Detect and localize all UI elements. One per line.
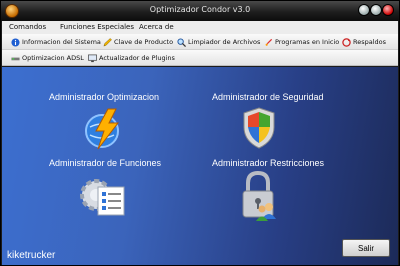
toolbar-respaldos[interactable]: Respaldos: [342, 36, 386, 48]
toolbar-programas-inicio[interactable]: Programas en Inicio: [264, 36, 339, 48]
toolbar-actualizador-plugins[interactable]: Actualizador de Plugins: [88, 52, 175, 64]
main-panel: Administrador Optimizacion Administrador…: [2, 67, 398, 265]
menu-acerca-de[interactable]: Acerca de: [139, 23, 174, 31]
maximize-button[interactable]: [370, 4, 382, 16]
toolbar-informacion-sistema[interactable]: Informacion del Sistema: [11, 36, 101, 48]
rocket-icon: [265, 38, 273, 46]
gear-checklist-icon[interactable]: [78, 173, 128, 217]
shield-icon[interactable]: [243, 107, 275, 149]
toolbar-secondary: Optimizacion ADSL Actualizador de Plugin…: [2, 50, 398, 66]
backup-icon: [342, 37, 351, 47]
title-bar[interactable]: Optimizador Condor v3.0: [1, 1, 399, 21]
toolbar-primary: Informacion del Sistema Clave de Product…: [2, 34, 398, 50]
network-icon: [11, 57, 20, 60]
toolbar-limpiador-archivos[interactable]: Limpiador de Archivos: [177, 36, 260, 48]
tool-label-seguridad[interactable]: Administrador de Seguridad: [212, 92, 324, 102]
tool-label-restricciones[interactable]: Administrador Restricciones: [212, 158, 324, 168]
key-pencil-icon: [103, 37, 112, 46]
lightning-globe-icon[interactable]: [82, 107, 126, 151]
app-window: Optimizador Condor v3.0 Comandos Funcion…: [0, 0, 400, 266]
salir-button[interactable]: Salir: [342, 239, 390, 257]
menu-funciones-especiales[interactable]: Funciones Especiales: [60, 23, 134, 31]
tool-label-funciones[interactable]: Administrador de Funciones: [49, 158, 161, 168]
tool-label-optimizacion[interactable]: Administrador Optimizacion: [49, 92, 159, 102]
menu-bar: Comandos Funciones Especiales Acerca de: [2, 21, 398, 34]
padlock-users-icon[interactable]: [238, 171, 282, 221]
magnifier-icon: [177, 37, 186, 47]
close-button[interactable]: [382, 4, 394, 16]
toolbar-optimizacion-adsl[interactable]: Optimizacion ADSL: [11, 52, 84, 64]
watermark-text: kiketrucker: [7, 250, 56, 261]
menu-comandos[interactable]: Comandos: [9, 23, 46, 31]
window-title: Optimizador Condor v3.0: [149, 5, 251, 14]
toolbar-clave-producto[interactable]: Clave de Producto: [103, 36, 173, 48]
info-icon: [11, 37, 20, 47]
minimize-button[interactable]: [358, 4, 370, 16]
monitor-icon: [88, 54, 97, 62]
